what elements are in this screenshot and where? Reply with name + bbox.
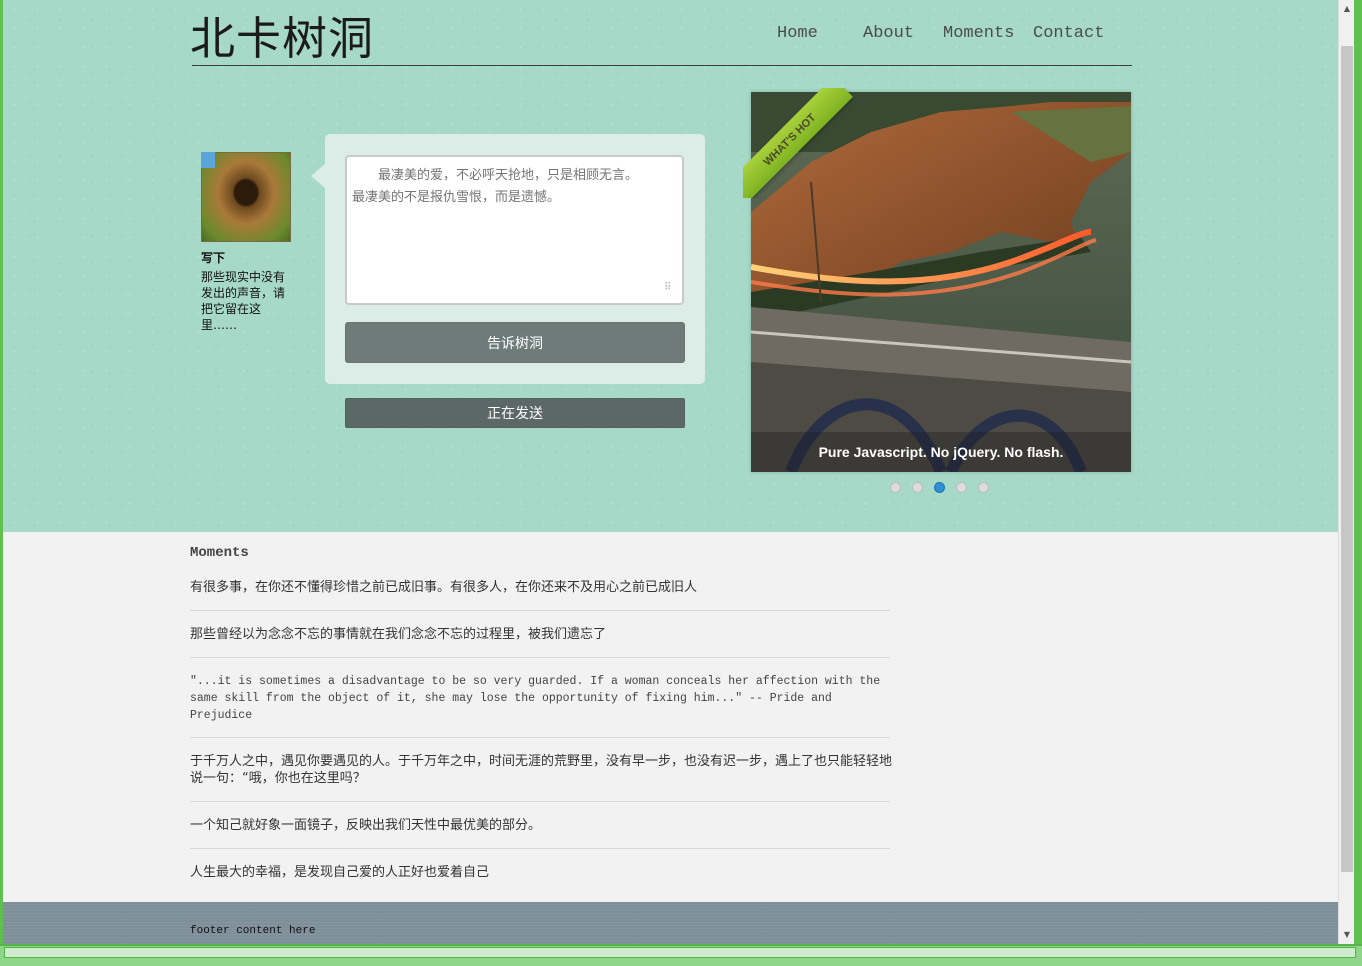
slider-dot[interactable] xyxy=(934,482,945,493)
slider-pagination xyxy=(890,482,989,493)
window-frame-right xyxy=(1354,0,1362,966)
submit-button[interactable]: 告诉树洞 xyxy=(345,322,685,363)
moment-divider xyxy=(190,801,890,802)
moment-item: 一个知己就好象一面镜子，反映出我们天性中最优美的部分。 xyxy=(190,818,542,833)
vertical-scrollbar[interactable]: ▲ ▼ xyxy=(1338,0,1354,944)
avatar-sky-corner xyxy=(201,152,215,168)
scroll-thumb[interactable] xyxy=(1341,46,1353,872)
moment-divider xyxy=(190,610,890,611)
message-input[interactable] xyxy=(345,155,684,305)
sidebar-text: 那些现实中没有发出的声音，请把它留在这里…… xyxy=(201,270,286,332)
moment-item: 人生最大的幸福，是发现自己爱的人正好也爱着自己 xyxy=(190,865,490,880)
resize-grip-icon[interactable]: ⠿ xyxy=(664,283,671,293)
nav-divider xyxy=(192,65,1132,66)
slider-dot[interactable] xyxy=(890,482,901,493)
footer-text: footer content here xyxy=(190,925,316,937)
moment-divider xyxy=(190,737,890,738)
moment-item: "...it is sometimes a disadvantage to be… xyxy=(190,675,881,722)
slider-dot[interactable] xyxy=(912,482,923,493)
moment-item: 于千万人之中，遇见你要遇见的人。于千万年之中，时间无涯的荒野里，没有早一步，也没… xyxy=(190,754,893,786)
slider-dot[interactable] xyxy=(956,482,967,493)
slider-dot[interactable] xyxy=(978,482,989,493)
site-title: 北卡树洞 xyxy=(190,12,375,65)
status-bar xyxy=(4,947,1356,958)
moments-title: Moments xyxy=(190,545,249,561)
sending-status: 正在发送 xyxy=(345,398,685,428)
moment-divider xyxy=(190,848,890,849)
moment-divider xyxy=(190,657,890,658)
moment-item: 有很多事，在你还不懂得珍惜之前已成旧事。有很多人，在你还来不及用心之前已成旧人 xyxy=(190,580,698,595)
nav-moments[interactable]: Moments xyxy=(943,24,1014,43)
scroll-down-arrow-icon[interactable]: ▼ xyxy=(1339,926,1355,942)
scroll-up-arrow-icon[interactable]: ▲ xyxy=(1339,0,1355,16)
slide-caption: Pure Javascript. No jQuery. No flash. xyxy=(751,432,1131,472)
footer xyxy=(3,902,1338,944)
ribbon-wrap: WHAT'S HOT xyxy=(743,88,853,198)
nav-about[interactable]: About xyxy=(863,24,914,43)
nav-contact[interactable]: Contact xyxy=(1033,24,1104,43)
moment-item: 那些曾经以为念念不忘的事情就在我们念念不忘的过程里，被我们遗忘了 xyxy=(190,627,607,642)
whats-hot-ribbon: WHAT'S HOT xyxy=(743,88,853,198)
sidebar-title: 写下 xyxy=(201,251,226,265)
nav-home[interactable]: Home xyxy=(777,24,818,43)
bubble-tail xyxy=(311,164,325,188)
